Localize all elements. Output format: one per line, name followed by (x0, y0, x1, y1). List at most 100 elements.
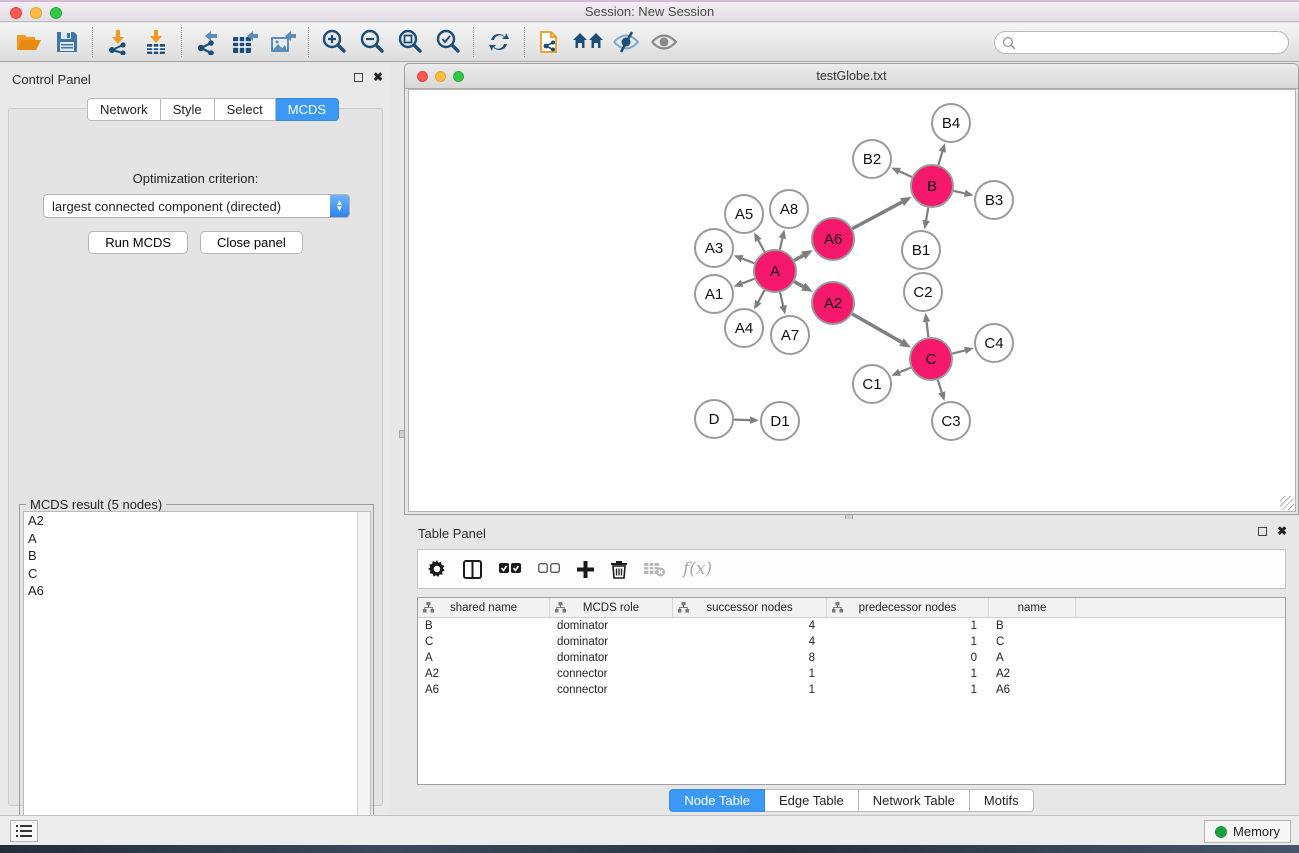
edge-A-A3[interactable] (742, 259, 754, 264)
zoom-window-button[interactable] (50, 7, 62, 19)
cell-successor-nodes[interactable]: 1 (673, 684, 827, 696)
home-button[interactable] (571, 26, 605, 58)
cell-MCDS-role[interactable]: dominator (550, 620, 673, 632)
mcds-result-item[interactable]: A (24, 530, 370, 548)
table-row[interactable]: A2connector11A2 (418, 666, 1285, 682)
edge-A-A2[interactable] (794, 282, 803, 287)
column-header-shared-name[interactable]: shared name (418, 598, 550, 617)
resize-grip-icon[interactable] (1280, 496, 1294, 510)
edge-A-A8[interactable] (780, 238, 783, 249)
edge-A6-B[interactable] (852, 202, 902, 229)
task-history-button[interactable] (10, 820, 38, 842)
cell-successor-nodes[interactable]: 4 (673, 636, 827, 648)
edge-A-A1[interactable] (742, 279, 754, 284)
mcds-result-item[interactable]: B (24, 547, 370, 565)
edge-A2-C[interactable] (852, 314, 901, 342)
zoom-in-button[interactable] (317, 26, 351, 58)
mcds-result-list[interactable]: A2ABCA6 (23, 511, 371, 843)
cell-predecessor-nodes[interactable]: 0 (827, 652, 989, 664)
table-settings-button[interactable] (428, 560, 446, 578)
node-table[interactable]: shared nameMCDS rolesuccessor nodesprede… (417, 597, 1286, 785)
float-panel-icon[interactable] (354, 73, 363, 82)
cell-shared-name[interactable]: A2 (418, 668, 550, 680)
edge-A-A7[interactable] (780, 292, 783, 305)
open-file-button[interactable] (12, 26, 46, 58)
search-field[interactable] (994, 31, 1289, 54)
run-mcds-button[interactable]: Run MCDS (88, 231, 188, 254)
cell-shared-name[interactable]: A6 (418, 684, 550, 696)
cell-name[interactable]: A6 (989, 684, 1076, 696)
memory-button[interactable]: Memory (1204, 820, 1291, 843)
function-builder-button[interactable]: f(x) (683, 559, 712, 579)
delete-table-button[interactable] (644, 561, 666, 577)
delete-column-button[interactable] (611, 560, 627, 579)
cell-predecessor-nodes[interactable]: 1 (827, 684, 989, 696)
cell-name[interactable]: B (989, 620, 1076, 632)
zoom-fit-button[interactable] (393, 26, 427, 58)
result-list-scrollbar[interactable] (357, 512, 370, 842)
edge-C-C4[interactable] (952, 350, 965, 353)
tab-edge-table[interactable]: Edge Table (765, 789, 859, 812)
close-table-panel-icon[interactable]: ✖ (1277, 527, 1287, 536)
cell-successor-nodes[interactable]: 8 (673, 652, 827, 664)
import-network-button[interactable] (101, 26, 135, 58)
mcds-result-item[interactable]: C (24, 565, 370, 583)
table-row[interactable]: A6connector11A6 (418, 682, 1285, 698)
cell-shared-name[interactable]: C (418, 636, 550, 648)
cell-MCDS-role[interactable]: dominator (550, 636, 673, 648)
edge-B-B2[interactable] (899, 171, 912, 177)
edge-B-B1[interactable] (926, 208, 928, 221)
cell-name[interactable]: A2 (989, 668, 1076, 680)
export-network-button[interactable] (190, 26, 224, 58)
float-table-panel-icon[interactable] (1258, 527, 1267, 536)
cell-shared-name[interactable]: B (418, 620, 550, 632)
tab-network-table[interactable]: Network Table (859, 789, 970, 812)
cell-MCDS-role[interactable]: connector (550, 684, 673, 696)
zoom-out-button[interactable] (355, 26, 389, 58)
close-panel-icon[interactable]: ✖ (373, 73, 383, 82)
save-session-button[interactable] (50, 26, 84, 58)
table-row[interactable]: Cdominator41C (418, 634, 1285, 650)
cell-name[interactable]: A (989, 652, 1076, 664)
tab-select[interactable]: Select (215, 98, 276, 121)
hide-eye-button[interactable] (609, 26, 643, 58)
cell-predecessor-nodes[interactable]: 1 (827, 668, 989, 680)
cell-MCDS-role[interactable]: connector (550, 668, 673, 680)
cell-predecessor-nodes[interactable]: 1 (827, 636, 989, 648)
minimize-window-button[interactable] (30, 7, 42, 19)
import-table-button[interactable] (139, 26, 173, 58)
mcds-result-item[interactable]: A6 (24, 582, 370, 600)
edge-A-A4[interactable] (758, 290, 764, 301)
edge-C-C1[interactable] (900, 368, 911, 373)
network-close-button[interactable] (417, 71, 428, 82)
network-minimize-button[interactable] (435, 71, 446, 82)
table-row[interactable]: Adominator80A (418, 650, 1285, 666)
add-column-button[interactable] (577, 561, 594, 578)
criterion-dropdown[interactable]: largest connected component (directed) ▲… (43, 194, 350, 218)
export-table-button[interactable] (228, 26, 262, 58)
network-canvas[interactable]: B4B2BB3A5A8A6A3B1AA1A2C2A4A7CC1C4C3DD1 (408, 89, 1296, 512)
refresh-button[interactable] (482, 26, 516, 58)
table-row[interactable]: Bdominator41B (418, 618, 1285, 634)
zoom-selected-button[interactable] (431, 26, 465, 58)
deselect-all-rows-button[interactable] (538, 563, 560, 575)
network-window-titlebar[interactable]: testGlobe.txt (405, 64, 1298, 89)
close-panel-button[interactable]: Close panel (200, 231, 303, 254)
column-header-predecessor-nodes[interactable]: predecessor nodes (827, 598, 989, 617)
column-header-name[interactable]: name (989, 598, 1076, 617)
cell-successor-nodes[interactable]: 4 (673, 620, 827, 632)
search-input[interactable] (1020, 36, 1288, 50)
edge-C-C3[interactable] (938, 380, 942, 393)
close-window-button[interactable] (10, 7, 22, 19)
tab-network[interactable]: Network (87, 98, 161, 121)
column-header-successor-nodes[interactable]: successor nodes (673, 598, 827, 617)
edge-C-C2[interactable] (927, 322, 929, 337)
new-session-button[interactable] (533, 26, 567, 58)
edge-A-A6[interactable] (794, 255, 803, 260)
tab-style[interactable]: Style (161, 98, 215, 121)
cell-shared-name[interactable]: A (418, 652, 550, 664)
edge-A-A5[interactable] (758, 240, 764, 251)
toggle-columns-button[interactable] (463, 560, 482, 579)
edge-B-B3[interactable] (953, 191, 964, 194)
network-graph[interactable]: B4B2BB3A5A8A6A3B1AA1A2C2A4A7CC1C4C3DD1 (409, 90, 1295, 511)
